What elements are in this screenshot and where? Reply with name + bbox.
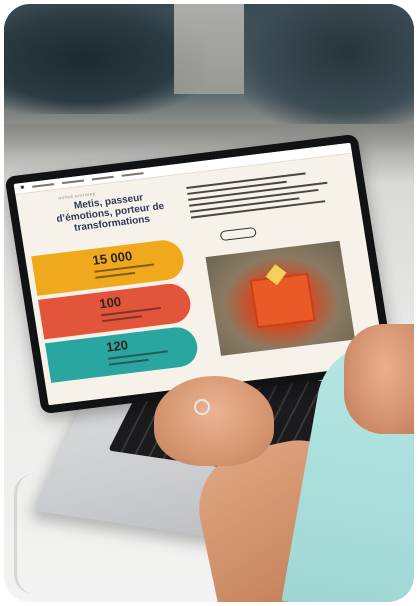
nav-item [62,179,85,185]
stat-caption-line [95,271,136,279]
ring [194,399,210,415]
stat-value: 15 000 [91,248,134,268]
nav-item [91,175,115,181]
intro-paragraph [186,165,341,223]
left-hand [154,376,274,466]
nav-item [121,172,144,177]
stat-caption-line [102,315,143,323]
background-window [174,4,244,94]
stat-value: 100 [98,293,123,312]
orange-bag [249,272,316,329]
stat-caption-line [108,358,149,366]
stat-value: 120 [105,337,130,355]
nav-item [32,183,55,188]
screen-image [205,240,356,356]
photo: ✱ NOTRE HISTOIRE Metis, passeur d’émotio… [4,4,414,602]
cta-button[interactable] [219,226,257,242]
right-hand [344,324,414,434]
background-blur-right [244,4,414,124]
site-logo: ✱ [19,184,26,192]
